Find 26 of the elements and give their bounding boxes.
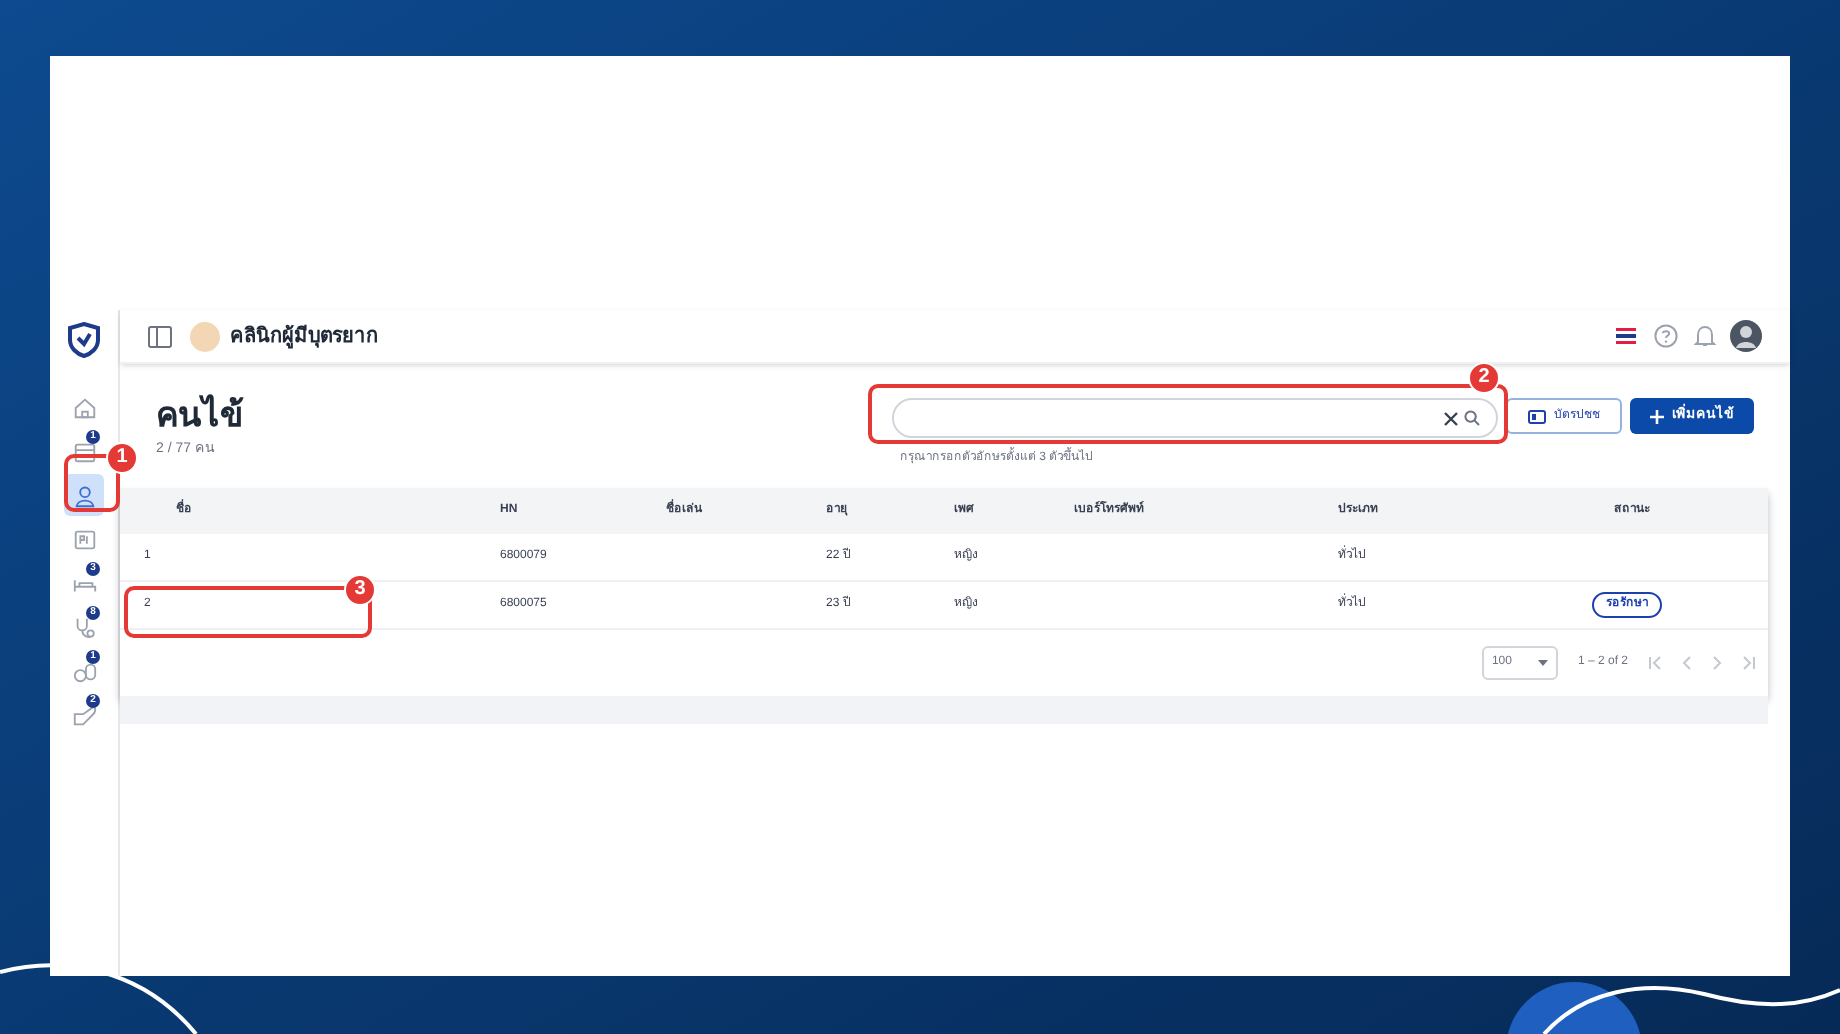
page-title: คนไข้ (156, 396, 244, 436)
search-icon[interactable] (1464, 410, 1480, 426)
search-field[interactable] (892, 398, 1498, 438)
annotation-marker: 1 (106, 442, 138, 474)
sidebar-toggle-icon[interactable] (148, 325, 172, 347)
shield-logo-icon (68, 322, 100, 358)
person-icon (71, 481, 97, 509)
plus-icon (1650, 409, 1664, 423)
last-page-icon[interactable] (1742, 656, 1756, 670)
user-avatar-icon[interactable] (1730, 320, 1762, 352)
thai-flag-icon[interactable] (1616, 328, 1636, 344)
dropdown-caret-icon (1537, 660, 1548, 666)
annotation-marker: 2 (1468, 362, 1500, 394)
id-card-icon (71, 525, 97, 553)
first-page-icon[interactable] (1648, 656, 1662, 670)
id-card-icon (1528, 409, 1546, 423)
home-icon (71, 393, 97, 421)
clinic-name: คลินิกผู้มีบุตรยาก (230, 322, 378, 351)
next-page-icon[interactable] (1712, 656, 1722, 670)
close-icon[interactable] (1444, 411, 1458, 425)
clinic-avatar (190, 321, 220, 351)
bell-icon[interactable] (1694, 324, 1716, 348)
previous-page-icon[interactable] (1682, 656, 1692, 670)
help-icon[interactable] (1654, 324, 1678, 348)
annotation-marker: 3 (344, 574, 376, 606)
stethoscope-icon (71, 613, 97, 641)
